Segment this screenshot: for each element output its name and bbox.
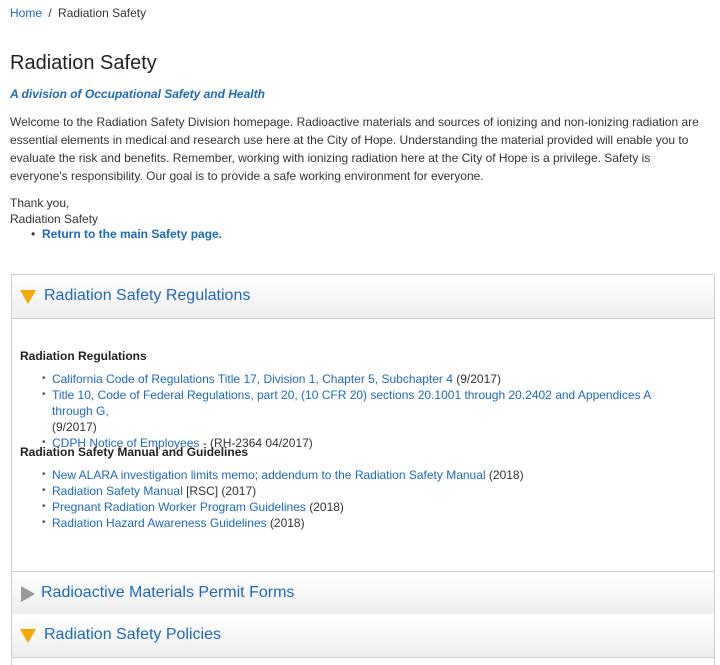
list-item: Return to the main Safety page. xyxy=(31,227,222,241)
triangle-right-icon xyxy=(21,586,35,602)
accordion: Radiation Safety Regulations Radiation R… xyxy=(11,274,715,665)
accordion-header-policies[interactable]: Radiation Safety Policies xyxy=(12,614,714,658)
accordion-body-regulations: Radiation Regulations California Code of… xyxy=(12,319,714,572)
regulation-link[interactable]: Title 10, Code of Federal Regulations, p… xyxy=(52,388,651,418)
regulations-list: California Code of Regulations Title 17,… xyxy=(42,371,682,451)
breadcrumb: Home / Radiation Safety xyxy=(10,6,146,20)
page-title: Radiation Safety xyxy=(10,52,157,74)
section-heading-manual: Radiation Safety Manual and Guidelines xyxy=(20,445,249,459)
regulation-date: (9/2017) xyxy=(452,372,501,386)
thanks-line: Thank you, xyxy=(10,196,70,210)
manual-link[interactable]: Radiation Hazard Awareness Guidelines xyxy=(52,516,267,530)
breadcrumb-current: Radiation Safety xyxy=(58,6,147,20)
accordion-title: Radioactive Materials Permit Forms xyxy=(41,584,295,601)
breadcrumb-home-link[interactable]: Home xyxy=(10,6,42,20)
signature: Radiation Safety xyxy=(10,212,99,226)
manual-date: (2018) xyxy=(485,468,524,482)
list-item: Title 10, Code of Federal Regulations, p… xyxy=(42,387,682,435)
section-heading-regulations: Radiation Regulations xyxy=(20,349,147,363)
triangle-down-icon xyxy=(20,290,36,304)
manual-link[interactable]: New ALARA investigation limits memo; add… xyxy=(52,468,486,482)
list-item: Radiation Safety Manual [RSC] (2017) xyxy=(42,483,682,499)
accordion-header-regulations[interactable]: Radiation Safety Regulations xyxy=(12,275,714,319)
list-item: New ALARA investigation limits memo; add… xyxy=(42,467,682,483)
list-item: California Code of Regulations Title 17,… xyxy=(42,371,682,387)
page-subtitle: A division of Occupational Safety and He… xyxy=(10,87,265,101)
accordion-title: Radiation Safety Regulations xyxy=(44,287,251,304)
list-item: Radiation Hazard Awareness Guidelines (2… xyxy=(42,515,682,531)
manual-date: (2018) xyxy=(266,516,305,530)
regulation-link[interactable]: California Code of Regulations Title 17,… xyxy=(52,372,453,386)
intro-paragraph: Welcome to the Radiation Safety Division… xyxy=(10,115,699,183)
breadcrumb-separator: / xyxy=(48,6,52,20)
manual-list: New ALARA investigation limits memo; add… xyxy=(42,467,682,531)
regulation-date: (9/2017) xyxy=(52,420,97,434)
manual-link[interactable]: Pregnant Radiation Worker Program Guidel… xyxy=(52,500,306,514)
signoff: Thank you, Radiation Safety xyxy=(10,195,98,227)
manual-date: (2018) xyxy=(305,500,344,514)
return-to-safety-link[interactable]: Return to the main Safety page. xyxy=(42,227,222,241)
manual-link[interactable]: Radiation Safety Manual xyxy=(52,484,183,498)
accordion-header-permit-forms[interactable]: Radioactive Materials Permit Forms xyxy=(12,572,714,616)
return-list: Return to the main Safety page. xyxy=(31,227,222,241)
list-item: Pregnant Radiation Worker Program Guidel… xyxy=(42,499,682,515)
triangle-down-icon xyxy=(20,629,36,643)
manual-date: [RSC] (2017) xyxy=(182,484,257,498)
accordion-title: Radiation Safety Policies xyxy=(44,626,221,643)
